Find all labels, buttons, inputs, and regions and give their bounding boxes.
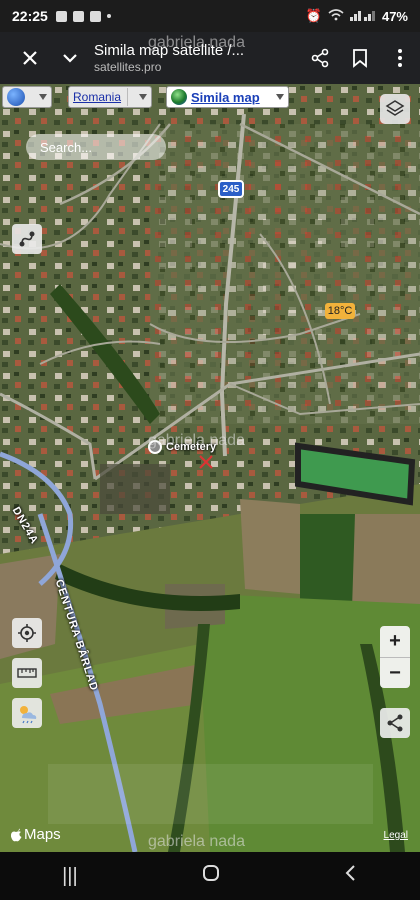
zoom-controls: + − <box>380 626 410 688</box>
watermark: gabriela nada <box>148 432 245 449</box>
map-top-controls: Romania Simila map <box>0 84 420 110</box>
share-icon <box>387 714 403 732</box>
system-status: ⏰ 47% <box>306 8 408 24</box>
map-type-select[interactable]: Simila map <box>166 86 289 108</box>
map-type-label: Simila map <box>191 89 260 105</box>
more-options-button[interactable] <box>380 38 420 78</box>
satellite-map[interactable] <box>0 84 420 852</box>
route-icon <box>19 231 35 247</box>
watermark: gabriela nada <box>148 833 245 850</box>
status-bar: 22:25 ⏰ 47% <box>0 0 420 32</box>
share-map-button[interactable] <box>380 708 410 738</box>
app-icon <box>89 10 101 22</box>
ruler-icon <box>17 668 37 678</box>
measure-button[interactable] <box>12 658 42 688</box>
zoom-out-button[interactable]: − <box>380 658 410 689</box>
gallery-icon <box>55 10 67 22</box>
alarm-icon: ⏰ <box>305 8 322 23</box>
collapse-button[interactable] <box>50 38 90 78</box>
map-search-input[interactable]: Search... <box>26 134 166 160</box>
road-shield: 245 <box>218 180 244 198</box>
watermark: gabriela nada <box>148 34 245 51</box>
weather-button[interactable] <box>12 698 42 728</box>
status-time: 22:25 <box>12 8 48 24</box>
language-select[interactable] <box>2 86 52 108</box>
caret-down-icon <box>276 94 284 100</box>
country-select[interactable]: Romania <box>68 86 152 108</box>
locate-button[interactable] <box>12 618 42 648</box>
bookmark-button[interactable] <box>340 38 380 78</box>
layers-icon <box>385 100 405 116</box>
home-button[interactable] <box>202 864 220 888</box>
box-icon <box>72 10 84 22</box>
back-button[interactable] <box>344 864 358 888</box>
back-icon <box>345 865 355 881</box>
weather-icon <box>20 706 37 724</box>
close-button[interactable] <box>10 38 50 78</box>
chevron-down-icon <box>63 54 77 63</box>
share-page-button[interactable] <box>300 38 340 78</box>
zoom-in-button[interactable]: + <box>380 626 410 657</box>
dot-icon <box>106 14 111 18</box>
share-icon <box>311 48 329 68</box>
attribution-text: Maps <box>24 826 61 843</box>
caret-down-icon <box>39 94 47 100</box>
country-label: Romania <box>73 90 122 104</box>
route-button[interactable] <box>12 224 42 254</box>
satellite-imagery <box>0 84 420 852</box>
bookmark-icon <box>353 49 367 68</box>
close-icon <box>23 51 37 65</box>
select-divider <box>127 88 129 106</box>
signal-icon <box>349 9 376 24</box>
globe-icon <box>7 88 25 106</box>
maps-attribution: Maps <box>10 826 61 843</box>
system-nav-bar: ||| <box>0 852 420 900</box>
caret-down-icon <box>139 94 147 100</box>
more-icon <box>398 49 402 67</box>
home-icon <box>202 865 219 881</box>
battery-level: 47% <box>381 8 408 24</box>
legal-link[interactable]: Legal <box>384 830 408 841</box>
apple-icon <box>10 828 22 841</box>
recents-button[interactable]: ||| <box>62 865 78 888</box>
page-url: satellites.pro <box>94 59 162 74</box>
wifi-icon <box>328 8 344 24</box>
notification-icons <box>55 10 111 22</box>
locate-icon <box>18 624 36 642</box>
search-placeholder: Search... <box>40 139 93 155</box>
layers-button[interactable] <box>380 94 410 124</box>
temperature-badge: 18°C <box>325 303 355 319</box>
globe-icon <box>171 89 187 105</box>
